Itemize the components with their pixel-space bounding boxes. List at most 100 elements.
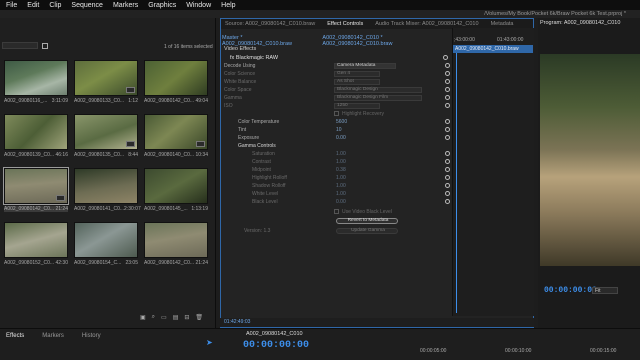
prop-row: Use Video Black Level bbox=[224, 208, 450, 216]
revert-to-metadata-button[interactable]: Revert to Metadata bbox=[336, 218, 398, 224]
effects-tabs: Effects Markers History bbox=[0, 329, 640, 343]
program-title: Program: A002_09080142_C010 bbox=[540, 20, 621, 26]
effect-timeline bbox=[452, 28, 534, 316]
prop-row: Highlight Recovery bbox=[224, 110, 450, 118]
clear-icon[interactable]: ⊟ bbox=[184, 314, 189, 321]
reset-icon[interactable] bbox=[445, 103, 450, 109]
tab-effect-controls[interactable]: Effect Controls bbox=[327, 21, 363, 27]
prop-row: White Balance As Shot bbox=[224, 78, 450, 86]
clip-thumb[interactable]: A002_09080154_C... 23:05 bbox=[74, 222, 138, 269]
prop-row[interactable]: Color Temperature 5600 bbox=[224, 118, 450, 126]
checkbox[interactable] bbox=[334, 209, 339, 215]
timeline-in: ;43:00:00 bbox=[454, 37, 475, 43]
clip-thumb[interactable]: A002_09080152_C0... 42:30 bbox=[4, 222, 68, 269]
reset-icon[interactable] bbox=[445, 151, 450, 157]
prop-row: Midpoint 0.38 bbox=[224, 166, 450, 174]
ruler-10s: 00:00:10:00 bbox=[505, 348, 532, 354]
project-search-input[interactable] bbox=[2, 42, 38, 49]
menu-sequence[interactable]: Sequence bbox=[71, 2, 103, 9]
decode-using-select[interactable]: Camera Metadata bbox=[334, 63, 396, 69]
clip-thumb-selected[interactable]: A002_09080142_C0... 21:24 bbox=[3, 167, 69, 215]
tab-source[interactable]: Source: A002_09080142_C010.braw bbox=[225, 21, 315, 27]
reset-icon[interactable] bbox=[445, 95, 450, 101]
update-gamma-button: Update Gamma bbox=[336, 228, 398, 234]
reset-icon[interactable] bbox=[445, 175, 450, 181]
gamma-controls-group[interactable]: Gamma Controls bbox=[224, 142, 450, 150]
reset-icon[interactable] bbox=[445, 79, 450, 85]
menu-markers[interactable]: Markers bbox=[113, 2, 138, 9]
prop-row: Gamma Blackmagic Design Film bbox=[224, 94, 450, 102]
prop-row: Revert to Metadata bbox=[224, 217, 450, 225]
prop-row[interactable]: Exposure 0.00 bbox=[224, 134, 450, 142]
prop-row: Contrast 1.00 bbox=[224, 158, 450, 166]
bin-icon[interactable] bbox=[42, 43, 48, 49]
clip-thumb[interactable]: A002_09080139_C0... 46:16 bbox=[4, 114, 68, 161]
clip-thumb[interactable]: A002_09080133_C0... 1:12 bbox=[74, 60, 138, 107]
project-path: /Volumes/My Book/Pocket 6k/Braw Pocket 6… bbox=[0, 10, 640, 18]
effect-blackmagic-raw[interactable]: fx Blackmagic RAW bbox=[230, 55, 278, 61]
menu-file[interactable]: File bbox=[6, 2, 17, 9]
tab-markers[interactable]: Markers bbox=[42, 333, 64, 339]
reset-icon[interactable] bbox=[445, 71, 450, 77]
ruler-5s: 00:00:05:00 bbox=[420, 348, 447, 354]
reset-icon[interactable] bbox=[445, 119, 450, 125]
clip-thumb[interactable]: A002_09080142_C0... 21:24 bbox=[144, 222, 208, 269]
search-icon[interactable]: ⌕ bbox=[152, 314, 155, 321]
zoom-fit-select[interactable]: Fit bbox=[592, 287, 618, 294]
menu-bar: File Edit Clip Sequence Markers Graphics… bbox=[0, 0, 640, 10]
reset-icon[interactable] bbox=[445, 183, 450, 189]
reset-icon[interactable] bbox=[445, 127, 450, 133]
clip-thumb[interactable]: A002_09080145_... 1:13:19 bbox=[144, 168, 208, 215]
reset-icon[interactable] bbox=[445, 167, 450, 173]
effect-properties: Decode Using Camera Metadata Color Scienc… bbox=[222, 62, 450, 254]
sequence-tab[interactable]: A002_09080142_C010 bbox=[246, 331, 303, 337]
prop-row[interactable]: Decode Using Camera Metadata bbox=[224, 62, 450, 70]
items-selected: 1 of 16 items selected bbox=[164, 44, 213, 50]
reset-icon[interactable] bbox=[445, 199, 450, 205]
program-timecode[interactable]: 00:00:00:00 bbox=[544, 286, 597, 295]
selection-tool-icon[interactable]: ➤ bbox=[206, 338, 213, 347]
folder-icon[interactable]: ▣ bbox=[140, 314, 146, 321]
prop-row: Black Level 0.00 bbox=[224, 198, 450, 206]
project-toolbar: ▣ ⌕ ▭ ▤ ⊟ 🗑 bbox=[140, 314, 203, 321]
reset-icon[interactable] bbox=[445, 87, 450, 93]
clip-selector-row: Master * A002_09080142_C010.braw A002_09… bbox=[222, 35, 452, 47]
prop-row: ISO 1250 bbox=[224, 102, 450, 110]
reset-icon[interactable] bbox=[443, 55, 448, 60]
reset-icon[interactable] bbox=[445, 63, 450, 69]
menu-help[interactable]: Help bbox=[221, 2, 235, 9]
menu-clip[interactable]: Clip bbox=[49, 2, 61, 9]
sequence-clip-select[interactable]: A002_09080142_C010 * A002_09080142_C010.… bbox=[322, 35, 452, 47]
trash-icon[interactable]: 🗑 bbox=[195, 314, 203, 321]
sequence-timecode[interactable]: 00:00:00:00 bbox=[243, 340, 309, 351]
video-effects-heading: Video Effects bbox=[224, 46, 257, 52]
reset-icon[interactable] bbox=[445, 191, 450, 197]
clip-thumb[interactable]: A002_09080142_C0... 49:04 bbox=[144, 60, 208, 107]
tab-effects[interactable]: Effects bbox=[6, 333, 24, 339]
effect-controls-timecode: 01:42:49:03 bbox=[220, 318, 534, 327]
clip-thumb[interactable]: A002_09080116_... 3:11:09 bbox=[4, 60, 68, 107]
menu-edit[interactable]: Edit bbox=[27, 2, 39, 9]
menu-window[interactable]: Window bbox=[186, 2, 211, 9]
prop-row: Color Space Blackmagic Design bbox=[224, 86, 450, 94]
new-item-icon[interactable]: ▤ bbox=[173, 314, 179, 321]
timeline-out: 01:43:00:00 bbox=[497, 37, 524, 43]
menu-graphics[interactable]: Graphics bbox=[148, 2, 176, 9]
checkbox[interactable] bbox=[334, 111, 339, 117]
reset-icon[interactable] bbox=[445, 135, 450, 141]
tab-history[interactable]: History bbox=[82, 333, 101, 339]
prop-row[interactable]: Tint 10 bbox=[224, 126, 450, 134]
tab-audio-mixer[interactable]: Audio Track Mixer: A002_09080142_C010 bbox=[375, 21, 478, 27]
clip-bar[interactable]: A002_09080142_C010.braw bbox=[453, 45, 533, 53]
clip-thumb[interactable]: A002_09080140_C0... 10:34 bbox=[144, 114, 208, 161]
new-bin-icon[interactable]: ▭ bbox=[161, 314, 167, 321]
reset-icon[interactable] bbox=[445, 159, 450, 165]
playhead[interactable] bbox=[456, 53, 457, 313]
clip-thumb[interactable]: A002_09080141_C0... 2:30:07 bbox=[74, 168, 141, 215]
video-badge-icon bbox=[126, 141, 135, 147]
video-badge-icon bbox=[196, 141, 205, 147]
clip-thumb[interactable]: A002_09080135_C0... 8:44 bbox=[74, 114, 138, 161]
prop-row: Highlight Rolloff 1.00 bbox=[224, 174, 450, 182]
tab-metadata[interactable]: Metadata bbox=[491, 21, 514, 27]
prop-row: White Level 1.00 bbox=[224, 190, 450, 198]
